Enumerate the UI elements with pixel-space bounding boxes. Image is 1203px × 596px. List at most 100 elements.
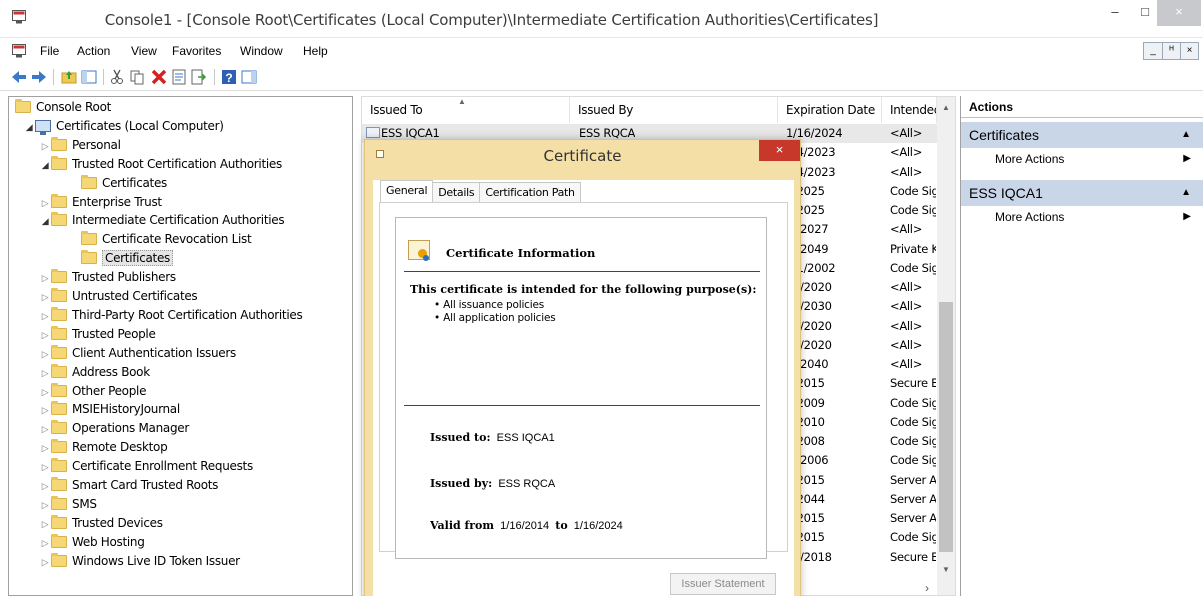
- folder-icon: [51, 363, 67, 378]
- more-actions-ess-iqca1[interactable]: More Actions ▶: [961, 206, 1203, 228]
- menu-window[interactable]: Window: [240, 44, 283, 58]
- tree-node[interactable]: ▷ Third-Party Root Certification Authorit…: [39, 306, 303, 326]
- menu-favorites[interactable]: Favorites: [172, 44, 221, 58]
- more-actions-certificates[interactable]: More Actions ▶: [961, 148, 1203, 170]
- expand-arrow-icon[interactable]: ▷: [39, 459, 51, 477]
- tree-node[interactable]: Console Root: [15, 98, 111, 117]
- column-header-intended-purposes[interactable]: Intendec: [882, 97, 937, 123]
- tree-node[interactable]: ◢ Intermediate Certification Authorities: [39, 211, 285, 231]
- dialog-close-button[interactable]: ×: [759, 140, 800, 161]
- export-list-icon[interactable]: [190, 68, 208, 86]
- mdi-controls: _ ᴴ ×: [1143, 42, 1199, 60]
- tree-node[interactable]: ◢ Certificates (Local Computer): [23, 117, 224, 136]
- back-arrow-icon[interactable]: [10, 68, 28, 86]
- tree-node[interactable]: ▷ Web Hosting: [39, 533, 145, 552]
- column-header-issued-to[interactable]: Issued To: [362, 97, 570, 123]
- tree-node[interactable]: ▷ MSIEHistoryJournal: [39, 400, 180, 419]
- help-icon[interactable]: ?: [220, 68, 238, 86]
- expand-arrow-icon[interactable]: ▷: [39, 535, 51, 553]
- show-hide-action-pane-icon[interactable]: [240, 68, 258, 86]
- collapse-icon[interactable]: ▲: [1181, 180, 1191, 206]
- mdi-minimize-button[interactable]: _: [1144, 43, 1162, 59]
- actions-section-certificates[interactable]: Certificates ▲: [961, 122, 1203, 148]
- tree-node[interactable]: ▷ Untrusted Certificates: [39, 287, 198, 307]
- tree-node[interactable]: ▷ SMS: [39, 495, 97, 514]
- expand-arrow-icon[interactable]: ▷: [39, 195, 51, 213]
- actions-section-ess-iqca1[interactable]: ESS IQCA1 ▲: [961, 180, 1203, 206]
- collapse-arrow-icon[interactable]: ◢: [23, 119, 35, 137]
- close-button[interactable]: ×: [1157, 0, 1201, 26]
- cut-icon[interactable]: [108, 68, 126, 86]
- collapse-arrow-icon[interactable]: ◢: [39, 157, 51, 175]
- menu-file[interactable]: File: [40, 44, 59, 58]
- mdi-close-button[interactable]: ×: [1180, 43, 1198, 59]
- tree-node[interactable]: ▷ Remote Desktop: [39, 438, 168, 458]
- properties-icon[interactable]: [170, 68, 188, 86]
- expand-arrow-icon[interactable]: ▷: [39, 516, 51, 534]
- tab-general[interactable]: General: [380, 180, 434, 202]
- tree-node-label: Windows Live ID Token Issuer: [72, 553, 240, 568]
- tree-node[interactable]: ▷ Other People: [39, 382, 146, 401]
- tree-node[interactable]: ▷ Address Book: [39, 363, 150, 382]
- expand-arrow-icon[interactable]: ▷: [39, 497, 51, 515]
- menu-view[interactable]: View: [131, 44, 157, 58]
- tree-node[interactable]: ▷ Smart Card Trusted Roots: [39, 476, 218, 495]
- tree-node[interactable]: ▷ Trusted Publishers: [39, 268, 176, 287]
- tree-node[interactable]: ◢ Trusted Root Certification Authorities: [39, 155, 282, 174]
- tree-node[interactable]: ▷ Client Authentication Issuers: [39, 344, 236, 363]
- expand-arrow-icon[interactable]: ▷: [39, 289, 51, 307]
- copy-icon[interactable]: [128, 68, 146, 86]
- scroll-down-icon[interactable]: ▼: [937, 565, 955, 574]
- toolbar-separator: [103, 69, 104, 85]
- menu-action[interactable]: Action: [77, 44, 110, 58]
- column-header-expiration-date[interactable]: Expiration Date: [778, 97, 882, 123]
- menu-bar: File Action View Favorites Window Help _…: [0, 39, 1203, 63]
- issuer-statement-button[interactable]: Issuer Statement: [670, 573, 776, 595]
- collapse-arrow-icon[interactable]: ◢: [39, 213, 51, 231]
- tree-node[interactable]: Certificates: [69, 249, 173, 268]
- column-header-issued-by[interactable]: Issued By: [570, 97, 778, 123]
- expand-arrow-icon[interactable]: ▷: [39, 365, 51, 383]
- child-window-icon[interactable]: [12, 44, 26, 58]
- tree-node[interactable]: ▷ Operations Manager: [39, 419, 189, 438]
- up-folder-icon[interactable]: [60, 68, 78, 86]
- expand-arrow-icon[interactable]: ▷: [39, 327, 51, 345]
- cell-intended-purposes: <All>: [890, 338, 936, 352]
- expand-arrow-icon[interactable]: ▷: [39, 384, 51, 402]
- forward-arrow-icon[interactable]: [30, 68, 48, 86]
- scroll-up-icon[interactable]: ▲: [937, 103, 955, 112]
- vertical-scrollbar[interactable]: ▲ ▼: [937, 97, 955, 595]
- dialog-title-bar[interactable]: Certificate: [365, 140, 800, 170]
- minimize-button[interactable]: –: [1098, 0, 1132, 26]
- console-tree[interactable]: Console Root ◢ Certificates (Local Compute…: [8, 96, 353, 596]
- menu-help[interactable]: Help: [303, 44, 328, 58]
- expand-arrow-icon[interactable]: ▷: [39, 308, 51, 326]
- tab-certification-path[interactable]: Certification Path: [479, 182, 581, 202]
- delete-icon[interactable]: [150, 68, 168, 86]
- tree-node[interactable]: ▷ Trusted Devices: [39, 514, 163, 533]
- tree-node[interactable]: Certificates: [69, 174, 167, 193]
- expand-arrow-icon[interactable]: ▷: [39, 402, 51, 420]
- collapse-icon[interactable]: ▲: [1181, 122, 1191, 148]
- tree-node[interactable]: ▷ Trusted People: [39, 325, 156, 344]
- expand-arrow-icon[interactable]: ▷: [39, 138, 51, 156]
- tab-details[interactable]: Details: [432, 182, 481, 202]
- expand-arrow-icon[interactable]: ▷: [39, 478, 51, 496]
- scroll-thumb[interactable]: [939, 302, 953, 552]
- cell-intended-purposes-text: Code Sig: [890, 183, 936, 198]
- scroll-right-icon[interactable]: ›: [925, 581, 929, 595]
- svg-text:?: ?: [225, 71, 232, 85]
- tree-node[interactable]: ▷ Certificate Enrollment Requests: [39, 457, 253, 476]
- mdi-restore-button[interactable]: ᴴ: [1162, 43, 1180, 59]
- show-hide-console-tree-icon[interactable]: [80, 68, 98, 86]
- expand-arrow-icon[interactable]: ▷: [39, 440, 51, 458]
- expand-arrow-icon[interactable]: ▷: [39, 346, 51, 364]
- tree-node[interactable]: ▷ Personal: [39, 136, 121, 155]
- folder-icon: [81, 231, 97, 246]
- expand-arrow-icon[interactable]: ▷: [39, 554, 51, 572]
- tree-node[interactable]: ▷ Enterprise Trust: [39, 193, 162, 212]
- expand-arrow-icon[interactable]: ▷: [39, 270, 51, 288]
- tree-node[interactable]: ▷ Windows Live ID Token Issuer: [39, 552, 240, 571]
- tree-node[interactable]: Certificate Revocation List: [69, 230, 252, 249]
- expand-arrow-icon[interactable]: ▷: [39, 421, 51, 439]
